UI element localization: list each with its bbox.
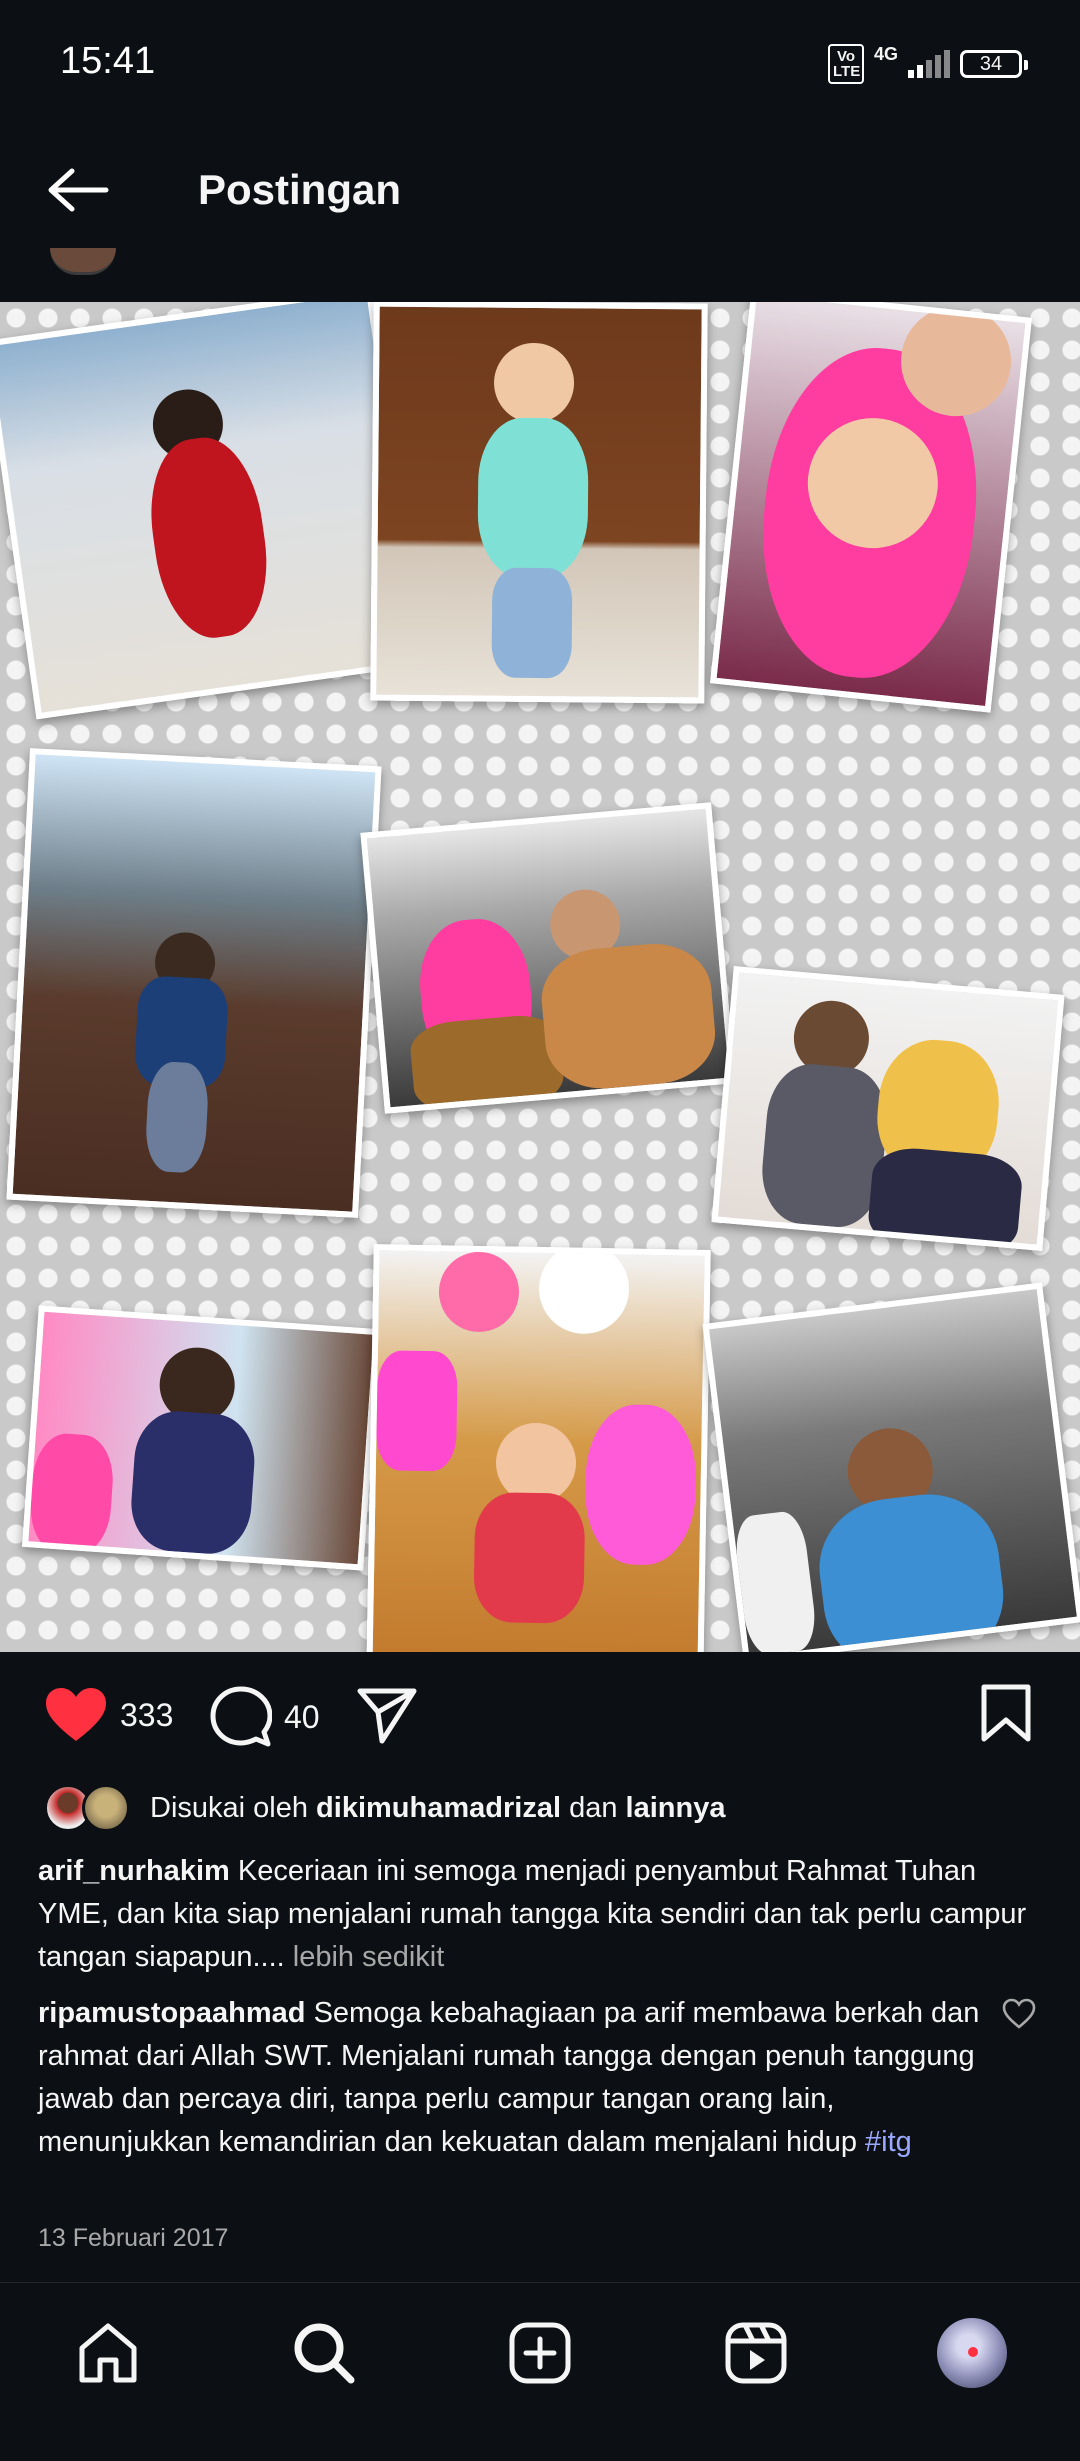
collage-photo-7 xyxy=(21,1305,381,1571)
post-caption: arif_nurhakim Keceriaan ini semoga menja… xyxy=(38,1850,1038,1979)
heart-outline-icon xyxy=(1002,1998,1036,2029)
page-title: Postingan xyxy=(198,166,402,213)
search-icon xyxy=(294,2323,355,2384)
heart-icon xyxy=(46,1688,106,1741)
show-less-link[interactable]: lebih sedikit xyxy=(293,1941,445,1973)
back-button[interactable] xyxy=(38,158,118,222)
nav-reels[interactable] xyxy=(716,2313,796,2393)
bookmark-icon xyxy=(981,1684,1031,1742)
liked-by-text[interactable]: Disukai oleh dikimuhamadrizal dan lainny… xyxy=(150,1792,725,1825)
top-comment: ripamustopaahmad Semoga kebahagiaan pa a… xyxy=(38,1992,998,2164)
collage-photo-6 xyxy=(711,966,1065,1251)
create-icon xyxy=(509,2322,571,2384)
liker-avatar[interactable] xyxy=(82,1784,130,1832)
comment-button[interactable]: 40 xyxy=(210,1686,320,1748)
collage-photo-5 xyxy=(360,802,736,1114)
liked-by-user[interactable]: dikimuhamadrizal xyxy=(316,1792,561,1824)
collage-photo-3 xyxy=(710,302,1032,713)
nav-home[interactable] xyxy=(68,2313,148,2393)
signal-icon xyxy=(908,50,950,78)
collage-photo-8 xyxy=(366,1244,711,1652)
comment-hashtag[interactable]: #itg xyxy=(865,2126,912,2158)
comment-like-button[interactable] xyxy=(1002,1998,1036,2032)
home-icon xyxy=(79,2323,137,2383)
comment-icon xyxy=(210,1686,272,1747)
collage-photo-4 xyxy=(6,748,382,1218)
liked-by-connector: dan xyxy=(569,1791,618,1824)
author-avatar[interactable] xyxy=(50,248,116,275)
save-button[interactable] xyxy=(980,1684,1032,1742)
arrow-left-icon xyxy=(48,168,109,212)
post-image[interactable] xyxy=(0,302,1080,1652)
nav-create[interactable] xyxy=(500,2313,580,2393)
status-icons: Vo LTE 4G 34 xyxy=(827,43,1028,84)
volte-icon: Vo LTE xyxy=(827,44,864,84)
battery-icon: 34 xyxy=(960,50,1028,78)
status-bar: 15:41 Vo LTE 4G 34 xyxy=(0,0,1080,130)
status-time: 15:41 xyxy=(60,40,156,82)
network-type: 4G xyxy=(873,43,898,64)
collage-photo-1 xyxy=(0,302,425,720)
top-app-bar: Postingan xyxy=(0,130,1080,250)
notification-dot xyxy=(968,2347,978,2357)
like-count[interactable]: 333 xyxy=(120,1697,173,1734)
collage-photo-9 xyxy=(702,1282,1080,1652)
send-icon xyxy=(357,1688,417,1744)
comment-username[interactable]: ripamustopaahmad xyxy=(38,1997,306,2029)
like-button[interactable]: 333 xyxy=(44,1686,173,1744)
post-action-bar: 333 40 xyxy=(0,1652,1080,1777)
share-button[interactable] xyxy=(356,1686,418,1744)
liked-by-prefix: Disukai oleh xyxy=(150,1791,308,1824)
battery-level: 34 xyxy=(979,53,1003,75)
comment-count[interactable]: 40 xyxy=(284,1699,320,1736)
liked-by-others[interactable]: lainnya xyxy=(626,1792,726,1824)
reels-icon xyxy=(725,2322,787,2384)
bottom-navigation xyxy=(0,2282,1080,2461)
collage-photo-2 xyxy=(370,302,708,704)
caption-username[interactable]: arif_nurhakim xyxy=(38,1855,230,1887)
liked-by-row[interactable]: Disukai oleh dikimuhamadrizal dan lainny… xyxy=(44,1782,725,1834)
nav-search[interactable] xyxy=(284,2313,364,2393)
post-date: 13 Februari 2017 xyxy=(38,2224,229,2252)
